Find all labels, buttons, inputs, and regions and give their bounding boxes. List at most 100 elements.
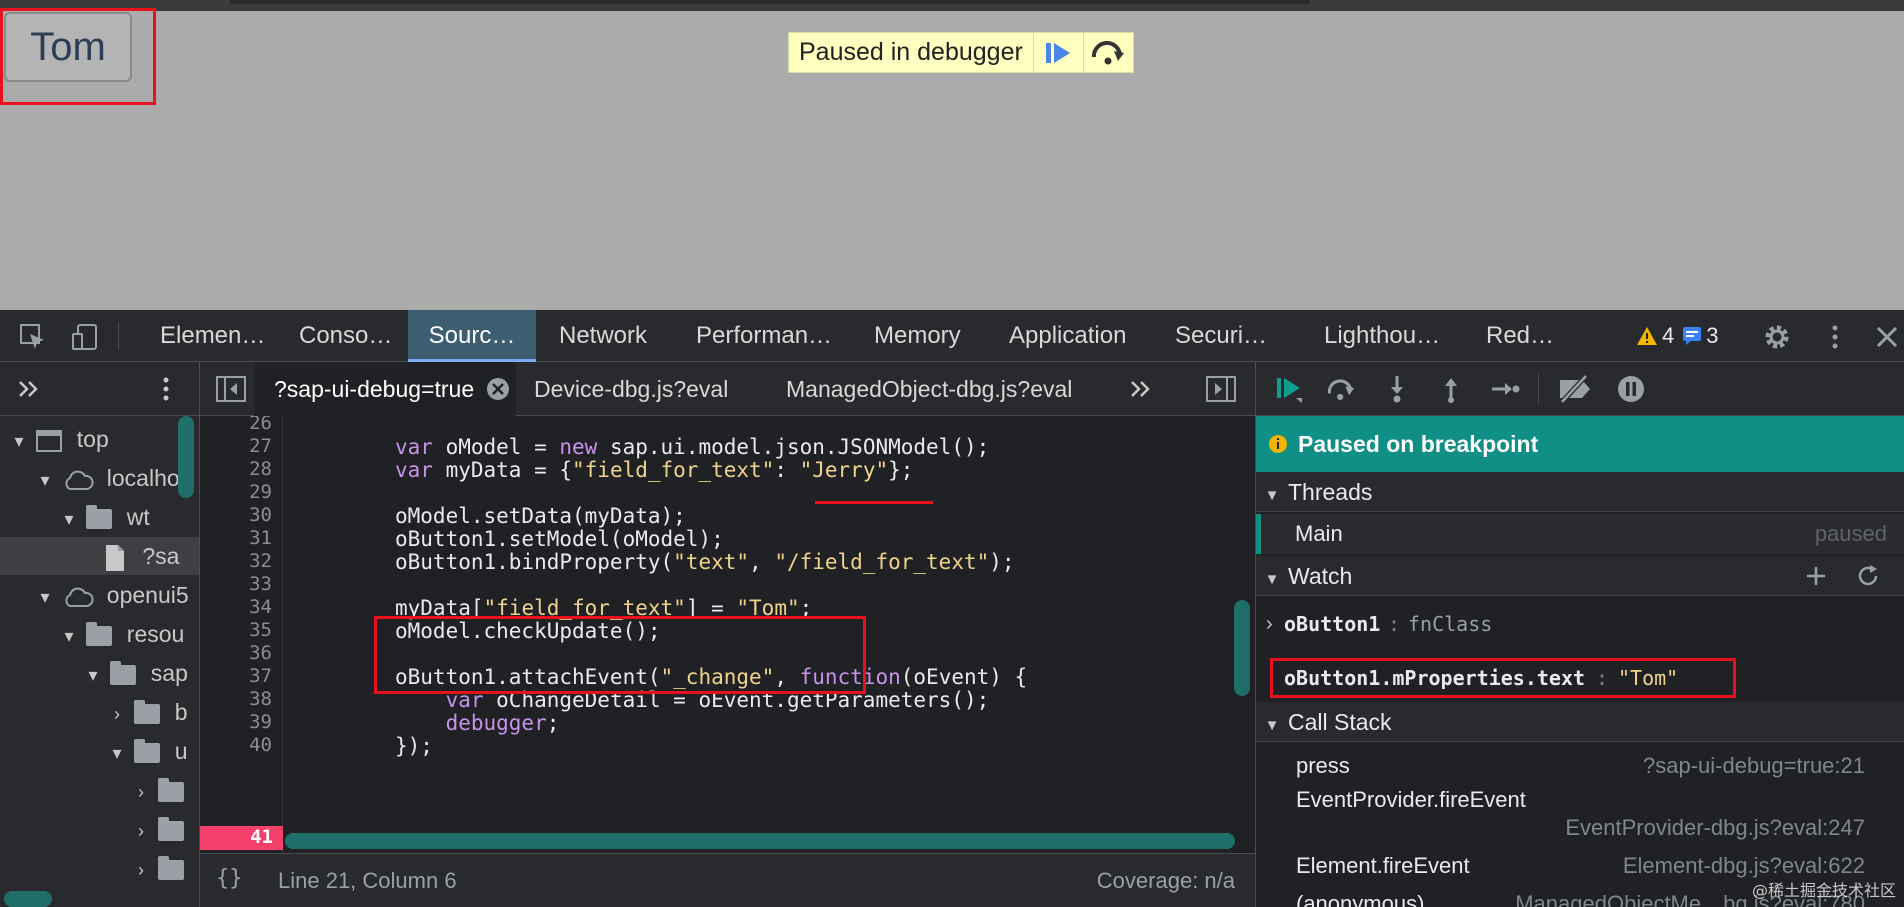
watch-section-header[interactable]: ▼ Watch bbox=[1256, 556, 1904, 596]
breakpoint-marker[interactable]: 41 bbox=[200, 826, 283, 850]
toolbar-divider bbox=[1538, 374, 1539, 404]
pause-on-exceptions-icon[interactable] bbox=[1616, 374, 1646, 404]
expand-triangle-icon: ▼ bbox=[1264, 487, 1280, 504]
thread-status: paused bbox=[1814, 521, 1887, 546]
code-area[interactable]: 26 27 28 29 30 31 32 33 34 35 36 37 38 3… bbox=[200, 416, 1255, 853]
resume-icon[interactable] bbox=[1274, 374, 1304, 404]
call-frame-function: Element.fireEvent bbox=[1296, 853, 1470, 878]
tab-sources[interactable]: Sourc… bbox=[408, 310, 536, 362]
tree-item-localhost[interactable]: ▾ localhos bbox=[0, 459, 199, 497]
editor-vscrollbar[interactable] bbox=[1234, 600, 1250, 696]
tom-button-highlight bbox=[0, 8, 156, 105]
tree-item-b[interactable]: › b bbox=[0, 693, 199, 731]
resume-button[interactable] bbox=[1032, 33, 1083, 72]
tab-performance[interactable]: Performan… bbox=[696, 310, 832, 362]
toggle-navigator-icon[interactable] bbox=[216, 376, 246, 402]
tree-item-top[interactable]: ▾ top bbox=[0, 420, 199, 458]
folder-icon bbox=[86, 621, 113, 646]
deactivate-breakpoints-icon[interactable] bbox=[1556, 374, 1596, 404]
tree-item-label: sap bbox=[150, 660, 188, 686]
call-stack-section-header[interactable]: ▼ Call Stack bbox=[1256, 702, 1904, 742]
tree-item-label: openui5 bbox=[106, 582, 189, 608]
close-tab-icon[interactable] bbox=[486, 377, 510, 401]
line-number: 39 bbox=[249, 711, 272, 733]
line-number: 32 bbox=[249, 550, 272, 572]
tab-memory[interactable]: Memory bbox=[874, 310, 961, 362]
step-over-button[interactable] bbox=[1082, 33, 1133, 72]
watch-highlight-box bbox=[1270, 658, 1736, 698]
watch-title: Watch bbox=[1288, 563, 1353, 589]
add-watch-icon[interactable] bbox=[1804, 564, 1828, 588]
call-frame-location[interactable]: ?sap-ui-debug=true:21 bbox=[1643, 748, 1865, 784]
browser-top-strip bbox=[0, 0, 1904, 11]
navigator-hscrollbar[interactable] bbox=[4, 891, 52, 907]
step-into-icon[interactable] bbox=[1382, 374, 1412, 404]
tree-item-child[interactable]: › bbox=[0, 771, 199, 809]
tab-network[interactable]: Network bbox=[559, 310, 647, 362]
more-tabs-icon[interactable] bbox=[16, 376, 42, 402]
watch-item[interactable]: › oButton1 : fnClass bbox=[1256, 606, 1904, 642]
collapse-arrow-icon: › bbox=[114, 704, 120, 724]
tree-item-openui5[interactable]: ▾ openui5 bbox=[0, 576, 199, 614]
settings-gear-icon[interactable] bbox=[1762, 322, 1792, 352]
warnings-count: 4 bbox=[1662, 323, 1675, 348]
call-frame-location[interactable]: EventProvider-dbg.js?eval:247 bbox=[1565, 810, 1865, 846]
call-frame[interactable]: press ?sap-ui-debug=true:21 bbox=[1256, 748, 1904, 784]
step-icon[interactable] bbox=[1490, 374, 1520, 404]
navigator-scrollbar[interactable] bbox=[178, 416, 194, 498]
navigator-menu-icon[interactable] bbox=[156, 374, 176, 404]
toggle-debugger-icon[interactable] bbox=[1206, 376, 1236, 402]
tab-elements[interactable]: Elemen… bbox=[160, 310, 265, 362]
thread-name: Main bbox=[1295, 521, 1343, 546]
paused-banner-text: Paused in debugger bbox=[799, 38, 1023, 66]
step-out-icon[interactable] bbox=[1436, 374, 1466, 404]
more-editor-tabs-icon[interactable] bbox=[1128, 376, 1154, 402]
editor-hscrollbar[interactable] bbox=[285, 833, 1235, 849]
line-number: 27 bbox=[249, 435, 272, 457]
step-over-icon[interactable] bbox=[1326, 374, 1356, 404]
tab-redux[interactable]: Red… bbox=[1486, 310, 1554, 362]
cloud-icon bbox=[65, 470, 94, 490]
call-frame[interactable]: EventProvider.fireEvent EventProvider-db… bbox=[1256, 782, 1904, 842]
refresh-watch-icon[interactable] bbox=[1856, 564, 1880, 588]
tree-item-file[interactable]: ?sa bbox=[0, 537, 199, 575]
line-number: 34 bbox=[249, 596, 272, 618]
expand-arrow-icon: ▾ bbox=[64, 509, 74, 529]
watch-separator: : bbox=[1388, 612, 1401, 636]
tree-item-sap[interactable]: ▾ sap bbox=[0, 654, 199, 692]
folder-icon bbox=[158, 855, 185, 880]
threads-section-header[interactable]: ▼ Threads bbox=[1256, 472, 1904, 512]
warning-icon bbox=[1637, 327, 1657, 345]
thread-main[interactable]: Main paused bbox=[1256, 514, 1904, 554]
tree-item-child[interactable]: › bbox=[0, 810, 199, 848]
issues-counter[interactable]: 4 3 bbox=[1636, 322, 1719, 350]
file-navigator: ▾ top ▾ localhos ▾ wt ?sa ▾ openui5 ▾ re… bbox=[0, 362, 200, 907]
tree-item-wt[interactable]: ▾ wt bbox=[0, 498, 199, 536]
tab-console[interactable]: Conso… bbox=[299, 310, 392, 362]
editor-tab-active[interactable]: ?sap-ui-debug=true bbox=[254, 362, 516, 416]
editor-tab[interactable]: ManagedObject-dbg.js?eval bbox=[786, 362, 1072, 416]
tree-item-child[interactable]: › bbox=[0, 849, 199, 887]
editor-tab[interactable]: Device-dbg.js?eval bbox=[534, 362, 728, 416]
line-gutter[interactable]: 26 27 28 29 30 31 32 33 34 35 36 37 38 3… bbox=[200, 416, 283, 853]
tree-item-resources[interactable]: ▾ resou bbox=[0, 615, 199, 653]
tree-item-u[interactable]: ▾ u bbox=[0, 732, 199, 770]
editor-tabbar: ?sap-ui-debug=true Device-dbg.js?eval Ma… bbox=[200, 362, 1255, 416]
call-frame-function: EventProvider.fireEvent bbox=[1296, 787, 1526, 812]
folder-icon bbox=[134, 699, 161, 724]
cloud-icon bbox=[65, 587, 94, 607]
resume-icon bbox=[1046, 42, 1071, 63]
address-bar-edge bbox=[230, 0, 1310, 4]
threads-title: Threads bbox=[1288, 479, 1373, 505]
pretty-print-button[interactable]: {} bbox=[216, 866, 243, 891]
tab-application[interactable]: Application bbox=[1009, 310, 1126, 362]
coverage-status: Coverage: n/a bbox=[1096, 868, 1235, 893]
inspect-element-icon[interactable] bbox=[18, 322, 48, 352]
close-devtools-icon[interactable] bbox=[1872, 322, 1902, 352]
tab-lighthouse[interactable]: Lighthou… bbox=[1324, 310, 1440, 362]
tab-security[interactable]: Securi… bbox=[1175, 310, 1267, 362]
frame-icon bbox=[36, 429, 63, 452]
more-options-icon[interactable] bbox=[1820, 322, 1850, 352]
expand-arrow-icon: ▾ bbox=[40, 470, 50, 490]
device-toggle-icon[interactable] bbox=[70, 322, 100, 352]
